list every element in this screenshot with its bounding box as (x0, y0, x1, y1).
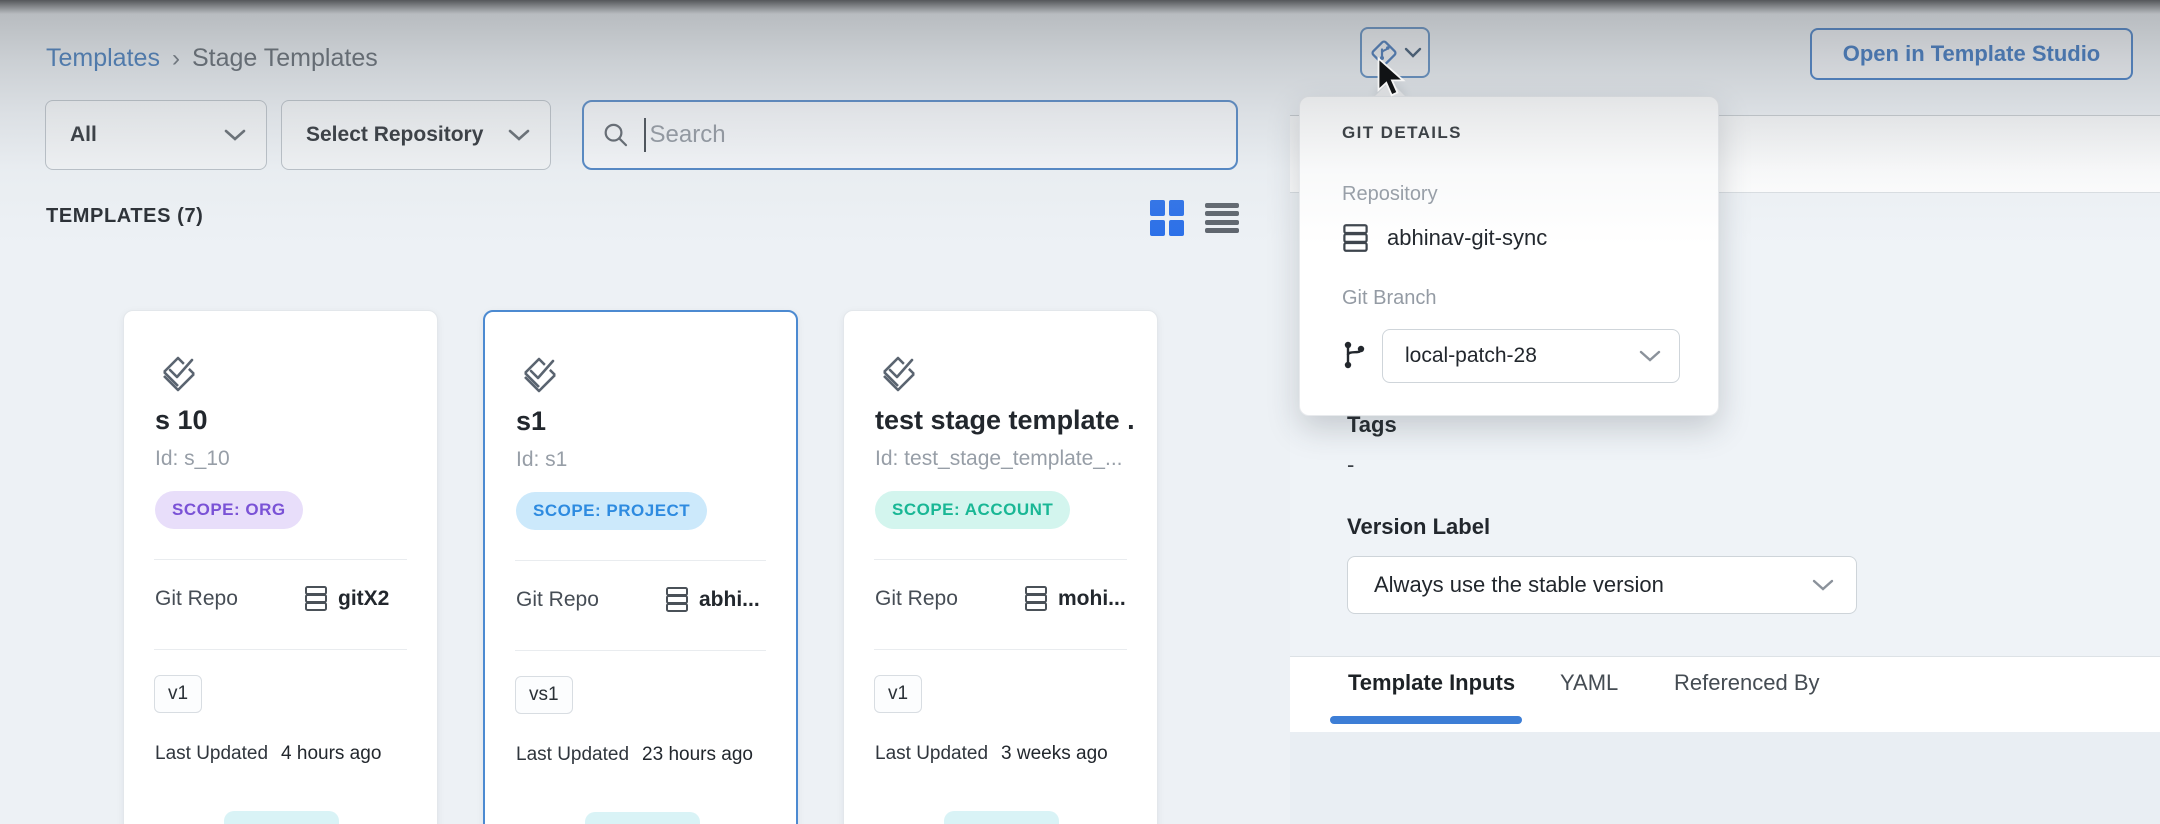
chevron-down-icon (508, 128, 530, 142)
last-updated-label: Last Updated (155, 743, 268, 765)
divider (874, 649, 1127, 650)
git-repo-label: Git Repo (155, 587, 238, 611)
search-icon (602, 120, 630, 150)
git-repo-value: mohi... (1058, 587, 1126, 611)
git-branch-label: Git Branch (1342, 287, 1436, 310)
git-repo-label: Git Repo (516, 588, 599, 612)
scope-badge: SCOPE: ACCOUNT (875, 491, 1070, 529)
text-caret (644, 118, 646, 152)
open-in-template-studio-button[interactable]: Open in Template Studio (1810, 28, 2133, 80)
stage-template-icon (515, 350, 565, 400)
divider (154, 559, 407, 560)
templates-count-label: TEMPLATES (7) (46, 205, 203, 228)
stage-type-pill (224, 811, 339, 824)
chevron-down-icon (1639, 349, 1661, 363)
type-filter-select[interactable]: All (45, 100, 267, 170)
list-view-toggle-icon[interactable] (1205, 203, 1239, 233)
breadcrumb: Templates › Stage Templates (46, 44, 378, 73)
template-card-s1[interactable]: s1 Id: s1 SCOPE: PROJECT Git Repo abhi..… (483, 310, 798, 824)
version-label-value: Always use the stable version (1374, 572, 1664, 598)
version-chip: v1 (154, 675, 202, 713)
template-title: s 10 (155, 405, 208, 436)
version-chip: v1 (874, 675, 922, 713)
tags-value: - (1347, 452, 1354, 478)
stage-templates-page: Templates › Stage Templates All Select R… (0, 0, 2160, 824)
repository-label: Repository (1342, 183, 1438, 206)
chevron-down-icon (1812, 578, 1834, 592)
stage-template-icon (154, 349, 204, 399)
last-updated-row: Last Updated 4 hours ago (155, 743, 381, 765)
divider (154, 649, 407, 650)
template-id: Id: s_10 (155, 447, 230, 471)
type-filter-value: All (70, 123, 97, 147)
repository-icon (1342, 223, 1369, 253)
version-label-select[interactable]: Always use the stable version (1347, 556, 1857, 614)
git-branch-icon (1340, 337, 1368, 373)
repository-icon (665, 586, 689, 613)
template-card-s10[interactable]: s 10 Id: s_10 SCOPE: ORG Git Repo gitX2 … (123, 310, 438, 824)
scope-badge: SCOPE: PROJECT (516, 492, 707, 530)
divider (515, 560, 766, 561)
breadcrumb-templates-link[interactable]: Templates (46, 44, 160, 73)
version-label: Version Label (1347, 514, 1490, 540)
repository-filter-select[interactable]: Select Repository (281, 100, 551, 170)
scope-badge: SCOPE: ORG (155, 491, 303, 529)
version-chip: vs1 (515, 676, 573, 714)
tab-content-area (1290, 732, 2160, 824)
git-details-title: GIT DETAILS (1342, 123, 1462, 143)
stage-type-pill (944, 811, 1059, 824)
git-branch-value: local-patch-28 (1405, 344, 1537, 368)
last-updated-row: Last Updated 3 weeks ago (875, 743, 1108, 765)
mouse-cursor (1377, 57, 1407, 99)
last-updated-label: Last Updated (875, 743, 988, 765)
breadcrumb-separator-icon: › (172, 45, 180, 73)
last-updated-label: Last Updated (516, 744, 629, 766)
last-updated-row: Last Updated 23 hours ago (516, 744, 753, 766)
search-box (582, 100, 1238, 170)
git-repo-value: gitX2 (338, 587, 389, 611)
git-repo-value: abhi... (699, 588, 760, 612)
chevron-down-icon (224, 128, 246, 142)
search-input[interactable] (650, 121, 1218, 149)
git-branch-select[interactable]: local-patch-28 (1382, 329, 1680, 383)
last-updated-value: 4 hours ago (281, 743, 381, 765)
template-card-test-stage-template[interactable]: test stage template ... Id: test_stage_t… (843, 310, 1158, 824)
last-updated-value: 3 weeks ago (1001, 743, 1108, 765)
template-id: Id: test_stage_template_... (875, 447, 1123, 471)
divider (515, 650, 766, 651)
active-tab-underline (1330, 716, 1522, 724)
repository-row: abhinav-git-sync (1342, 223, 1547, 253)
divider (874, 559, 1127, 560)
repository-icon (1024, 585, 1048, 612)
git-repo-label: Git Repo (875, 587, 958, 611)
template-title: s1 (516, 406, 546, 437)
stage-type-pill (585, 812, 700, 824)
repository-value: abhinav-git-sync (1387, 225, 1547, 251)
breadcrumb-current: Stage Templates (192, 44, 378, 73)
tab-referenced-by[interactable]: Referenced By (1674, 670, 1820, 696)
git-details-popover: GIT DETAILS Repository abhinav-git-sync … (1299, 96, 1719, 416)
last-updated-value: 23 hours ago (642, 744, 753, 766)
template-title: test stage template ... (875, 405, 1135, 436)
tab-yaml[interactable]: YAML (1560, 670, 1618, 696)
repository-icon (304, 585, 328, 612)
repository-filter-value: Select Repository (306, 123, 483, 147)
stage-template-icon (874, 349, 924, 399)
grid-view-toggle-icon[interactable] (1150, 200, 1184, 236)
template-id: Id: s1 (516, 448, 567, 472)
tab-template-inputs[interactable]: Template Inputs (1348, 670, 1515, 696)
